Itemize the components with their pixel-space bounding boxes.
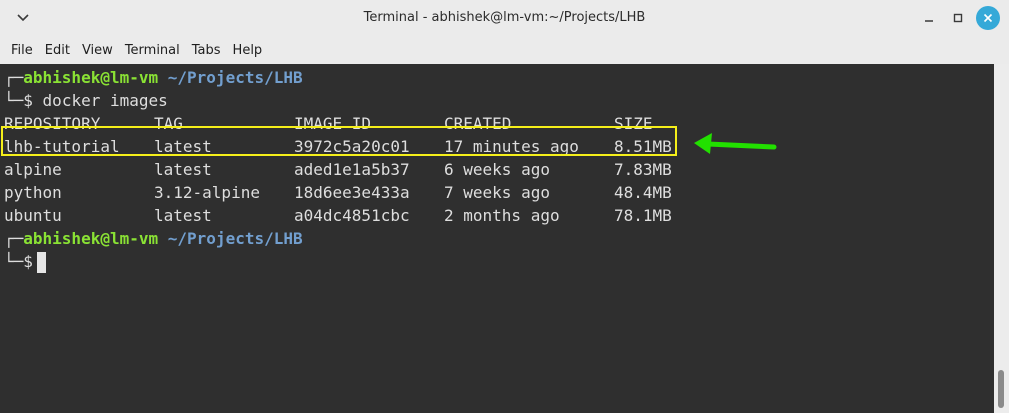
row-size: 78.1MB	[614, 206, 672, 225]
table-row: alpine latest aded1e1a5b37 6 weeks ago 7…	[4, 158, 704, 181]
row-image-id: aded1e1a5b37	[294, 160, 410, 179]
row-tag: 3.12-alpine	[154, 183, 260, 202]
table-row: python 3.12-alpine 18d6ee3e433a 7 weeks …	[4, 181, 704, 204]
row-created: 2 months ago	[444, 206, 560, 225]
row-size: 48.4MB	[614, 183, 672, 202]
scrollbar-thumb[interactable]	[998, 370, 1004, 408]
row-created: 7 weeks ago	[444, 183, 550, 202]
maximize-icon[interactable]	[945, 5, 971, 31]
row-tag: latest	[154, 206, 212, 225]
text-cursor	[36, 252, 46, 273]
title-bar[interactable]: Terminal - abhishek@lm-vm:~/Projects/LHB	[0, 0, 1009, 36]
green-arrow-icon	[694, 133, 777, 154]
menu-file[interactable]: File	[11, 43, 33, 58]
prompt-corner-top: ┌─	[4, 68, 24, 87]
menu-view[interactable]: View	[82, 43, 113, 58]
prompt-path: ~/Projects/LHB	[167, 229, 303, 248]
row-image-id: 18d6ee3e433a	[294, 183, 410, 202]
table-row: ubuntu latest a04dc4851cbc 2 months ago …	[4, 204, 704, 227]
prompt-path: ~/Projects/LHB	[167, 68, 303, 87]
prompt-symbol: $	[23, 91, 33, 110]
row-size: 7.83MB	[614, 160, 672, 179]
menu-help[interactable]: Help	[233, 43, 263, 58]
row-tag: latest	[154, 160, 212, 179]
prompt-user: abhishek@lm-vm	[23, 68, 159, 87]
menu-tabs[interactable]: Tabs	[192, 43, 221, 58]
prompt-symbol: $	[23, 252, 33, 271]
close-icon[interactable]	[976, 6, 1000, 30]
command-line: └─$	[4, 250, 46, 273]
menu-terminal[interactable]: Terminal	[125, 43, 180, 58]
prompt-line: ┌─abhishek@lm-vm ~/Projects/LHB	[4, 66, 303, 89]
prompt-corner-top: ┌─	[4, 229, 24, 248]
window-title: Terminal - abhishek@lm-vm:~/Projects/LHB	[363, 10, 646, 25]
scrollbar[interactable]	[994, 64, 1009, 413]
row-repository: alpine	[4, 160, 62, 179]
highlight-box	[1, 126, 677, 156]
menu-bar: File Edit View Terminal Tabs Help	[0, 36, 1009, 64]
command-text: docker images	[42, 91, 168, 110]
menu-edit[interactable]: Edit	[45, 43, 70, 58]
terminal-output[interactable]: ┌─abhishek@lm-vm ~/Projects/LHB └─$ dock…	[0, 64, 994, 413]
terminal-window: Terminal - abhishek@lm-vm:~/Projects/LHB…	[0, 0, 1009, 413]
row-image-id: a04dc4851cbc	[294, 206, 410, 225]
row-repository: ubuntu	[4, 206, 62, 225]
prompt-line: ┌─abhishek@lm-vm ~/Projects/LHB	[4, 227, 303, 250]
minimize-icon[interactable]	[916, 5, 942, 31]
prompt-corner-bottom: └─	[4, 252, 24, 271]
prompt-user: abhishek@lm-vm	[23, 229, 159, 248]
prompt-corner-bottom: └─	[4, 91, 24, 110]
row-repository: python	[4, 183, 62, 202]
row-created: 6 weeks ago	[444, 160, 550, 179]
command-line: └─$ docker images	[4, 89, 168, 112]
